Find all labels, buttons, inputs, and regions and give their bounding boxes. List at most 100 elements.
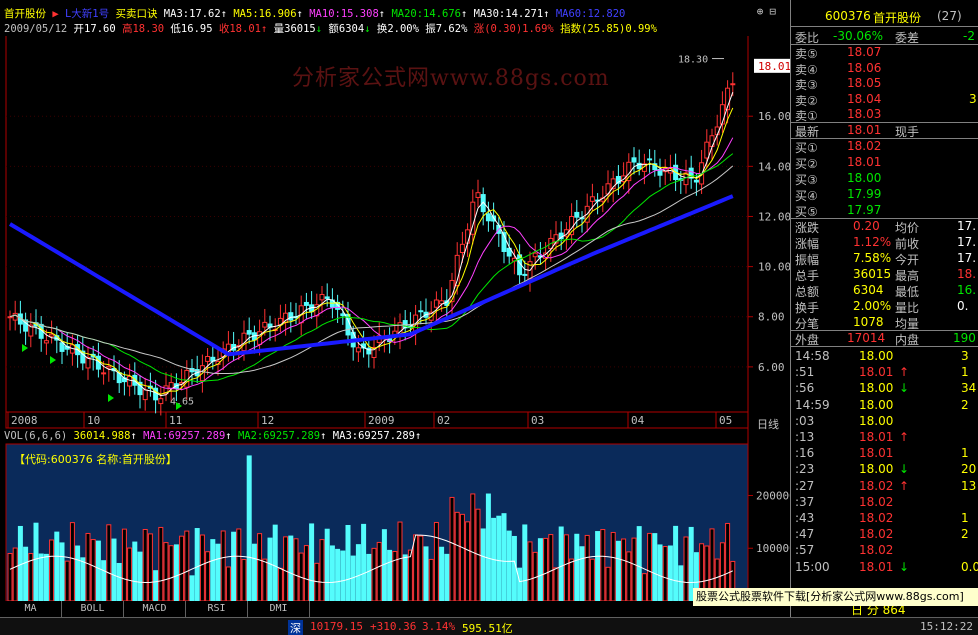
volume-bar (470, 493, 476, 602)
volume-bar (397, 521, 403, 602)
volume-bar (657, 544, 663, 602)
vol-label: VOL(6,6,6) (4, 430, 68, 442)
tab-rsi[interactable]: RSI (186, 601, 248, 617)
zoom-icon[interactable]: ⊕ (757, 5, 764, 18)
weibi-row: 委比 -30.06% 委差 -2 (795, 29, 975, 45)
volume-bar (106, 524, 112, 602)
tab-boll[interactable]: BOLL (62, 601, 124, 617)
tick-arrow: ↓ (899, 381, 910, 396)
tick-row: :27 18.02 ↑ 13 (791, 478, 978, 494)
tick-row: :13 18.01 ↑ (791, 429, 978, 445)
volume-bar (293, 538, 299, 602)
open-value: 开17.60 (73, 23, 116, 35)
volume-bar (210, 539, 216, 602)
volume-bar (184, 530, 190, 602)
date-tick-label: 03 (531, 414, 544, 427)
volume-bar (127, 547, 133, 602)
promo-banner[interactable]: 股票公式股票软件下载[分析家公式网www.88gs.com] (693, 588, 978, 606)
tick-volume: 2 (961, 397, 969, 412)
tick-row: 14:58 18.00 3 (791, 348, 978, 364)
volume-bar (158, 526, 164, 602)
ask-price: 18.03 (847, 107, 882, 121)
volume-bar (236, 528, 242, 602)
volume-bar (402, 554, 408, 602)
tick-price: 18.02 (859, 527, 894, 542)
volume-bar (558, 526, 564, 602)
volume-bar (537, 538, 543, 602)
chart-controls: ⊕ ⊟ (751, 5, 776, 18)
chart-area[interactable]: 18.01 16.00 14.00 12.00 10.00 8.00 6.00 2008 10 1… (0, 0, 790, 635)
indicator-line: 首开股份 ▶ L大新1号 买卖口诀 MA3:17.62↑ MA5:16.906↑… (4, 8, 626, 20)
volume-bar (459, 513, 465, 602)
volume-bar (12, 547, 18, 602)
tick-price: 18.01 (859, 365, 894, 380)
tick-price: 18.01 (859, 430, 894, 444)
volume-bar (683, 536, 689, 602)
tick-time: :56 (795, 381, 815, 396)
kline-chart[interactable]: 18.01 16.00 14.00 12.00 10.00 8.00 6.00 2008 10 1… (0, 0, 790, 617)
candle-body (319, 294, 325, 301)
volume-bar (90, 539, 96, 602)
volume-bar (231, 531, 237, 602)
stat-row: 总额 6304 最低 16. (791, 282, 978, 299)
high-value: 高18.30 (121, 23, 165, 35)
volume-bar (80, 557, 86, 602)
volume-bar (641, 573, 647, 602)
volume-bar (179, 535, 185, 602)
tick-price: 18.02 (859, 478, 894, 493)
tick-row: 15:00 18.01 ↓ 0.0 (791, 559, 978, 575)
volume-bar (621, 538, 627, 602)
indicator-name[interactable]: L大新1号 (65, 8, 109, 20)
tick-row: 14:59 18.00 2 (791, 397, 978, 413)
volume-bar (527, 541, 533, 602)
ohlc-line: 2009/05/12 开17.60 高18.30 低16.95 收18.01↑ … (4, 23, 657, 35)
volume-bar (205, 551, 211, 602)
vol-ma1: MA1:69257.289 (143, 430, 226, 442)
play-icon[interactable]: ▶ (52, 8, 58, 20)
volume-bar (418, 535, 424, 602)
volume-bar (95, 540, 101, 602)
tick-row: :16 18.01 1 (791, 445, 978, 461)
candle-body (465, 229, 471, 244)
stat-value: 16. (957, 283, 977, 297)
volume-bar (563, 534, 569, 602)
tab-ma[interactable]: MA (0, 601, 62, 617)
volume-bar (23, 546, 29, 602)
tick-row: :51 18.01 ↑ 1 (791, 364, 978, 380)
volume-bar (662, 546, 668, 602)
tick-volume: 3 (961, 349, 969, 363)
date-tick-label: 2008 (11, 414, 38, 427)
tick-time: :37 (795, 494, 815, 509)
tick-price: 18.01 (859, 446, 894, 461)
volume-bar (673, 525, 679, 602)
ask-row: 卖④ 18.06 (791, 60, 978, 77)
candle-body (522, 273, 528, 276)
indicator-tip[interactable]: 买卖口诀 (115, 8, 157, 20)
buy-signal (108, 394, 114, 402)
bid-price: 18.02 (847, 139, 882, 153)
tick-time: 14:59 (795, 397, 830, 412)
volume-bar (111, 538, 117, 602)
period-label[interactable]: 日线 (757, 416, 779, 432)
tick-price: 18.00 (859, 462, 894, 477)
candle-body (262, 321, 268, 328)
volume-bar (600, 529, 606, 602)
tab-dmi[interactable]: DMI (248, 601, 310, 617)
stat-value: 18. (957, 267, 977, 281)
tab-macd[interactable]: MACD (124, 601, 186, 617)
stat-value: 17. (957, 219, 977, 233)
volume-bar (579, 546, 585, 602)
volume-bar (251, 543, 257, 602)
tick-volume: 2 (961, 527, 969, 542)
date-tick-label: 04 (631, 414, 645, 427)
ask-price: 18.06 (847, 60, 882, 75)
volume-bar (413, 534, 419, 602)
restore-icon[interactable]: ⊟ (769, 5, 776, 18)
ma5-line (9, 107, 734, 395)
volume-bar (267, 537, 273, 602)
volume-bar (335, 548, 341, 602)
candle-body (101, 372, 107, 375)
volume-bar (376, 541, 382, 602)
quote-title: 600376 首开股份 (27) (791, 8, 978, 25)
ask-price: 18.07 (847, 45, 882, 59)
